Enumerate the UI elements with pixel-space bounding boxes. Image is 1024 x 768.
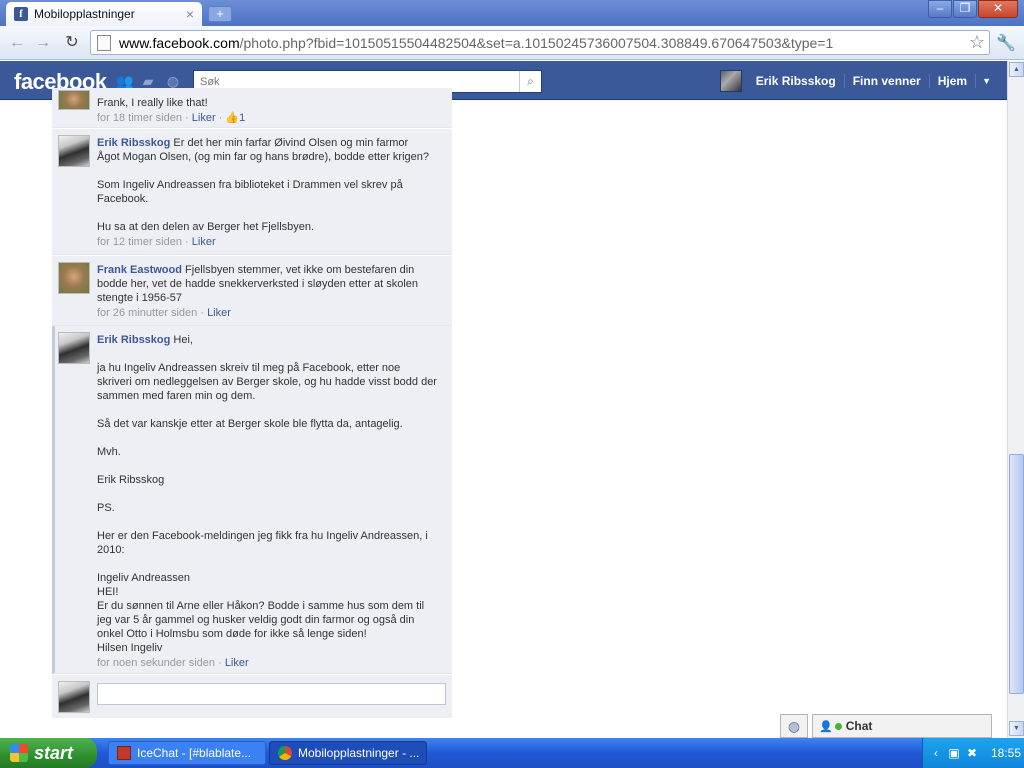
comment-composer: [52, 675, 452, 718]
account-menu-chevron-down-icon[interactable]: ▼: [976, 76, 997, 86]
find-friends-link[interactable]: Finn venner: [845, 73, 930, 88]
comment-text-first: Hei,: [173, 334, 193, 346]
page-icon: [97, 34, 111, 51]
taskbar-item-chrome[interactable]: Mobilopplastninger - ...: [269, 741, 427, 765]
comment-item: Frank Eastwood Fjellsbyen stemmer, vet i…: [52, 256, 452, 326]
network-icon[interactable]: ▣: [947, 746, 961, 760]
chat-person-icon: 👤: [819, 720, 833, 733]
chat-label: Chat: [845, 719, 873, 733]
tab-close-icon[interactable]: ×: [186, 6, 194, 22]
page-scrollbar[interactable]: ▲ ▼: [1007, 61, 1024, 738]
scroll-up-arrow-icon[interactable]: ▲: [1009, 62, 1024, 77]
comment-input[interactable]: [97, 683, 446, 705]
comment-item: Erik Ribsskog Er det her min farfar Øivi…: [52, 129, 452, 255]
comment-text: Frank, I really like that!: [97, 97, 208, 109]
comment-text-first: Er det her min farfar Øivind Olsen og mi…: [173, 137, 409, 149]
comment-meta: for 26 minutter siden · Liker: [97, 307, 231, 319]
system-tray: ‹ ▣ ✖ 18:55: [922, 738, 1024, 768]
new-tab-button[interactable]: +: [208, 6, 232, 22]
comment-text-first: Fjellsbyen stemmer, vet ikke om bestefar…: [185, 264, 415, 276]
friend-requests-icon[interactable]: 👥: [116, 73, 133, 89]
browser-tab[interactable]: f Mobilopplastninger ×: [6, 2, 202, 26]
reload-icon[interactable]: ↻: [61, 32, 83, 54]
comment-time[interactable]: for 12 timer siden: [97, 236, 182, 248]
chrome-icon: [278, 746, 292, 760]
windows-flag-icon: [10, 744, 28, 762]
url-path: /photo.php?fbid=10150515504482504&set=a.…: [239, 34, 834, 51]
comment-text-rest: ja hu Ingeliv Andreassen skreiv til meg …: [97, 362, 437, 654]
messages-icon[interactable]: ▰: [140, 73, 156, 89]
comment-text: Frank Eastwood Fjellsbyen stemmer, vet i…: [97, 263, 437, 305]
comment-time[interactable]: for 26 minutter siden: [97, 307, 197, 319]
comment-text: Erik Ribsskog Hei, ja hu Ingeliv Andreas…: [97, 333, 437, 655]
online-status-dot: [834, 722, 842, 730]
taskbar: start IceChat - [#blablate... Mobiloppla…: [0, 738, 1024, 768]
comment-text-rest: bodde her, vet de hadde snekkerverksted …: [97, 278, 422, 304]
url-host: www.facebook.com: [119, 34, 240, 51]
comment-meta: for 12 timer siden · Liker: [97, 236, 216, 248]
comment-list: Frank, I really like that! for 18 timer …: [52, 88, 452, 718]
clock: 18:55: [991, 746, 1022, 760]
commenter-avatar[interactable]: [58, 135, 90, 167]
taskbar-item-label: Mobilopplastninger - ...: [298, 746, 420, 760]
commenter-avatar[interactable]: [58, 90, 90, 110]
forward-arrow-icon[interactable]: →: [32, 32, 54, 54]
comment-time[interactable]: for noen sekunder siden: [97, 657, 215, 669]
address-bar[interactable]: www.facebook.com /photo.php?fbid=1015051…: [90, 30, 990, 55]
like-link[interactable]: Liker: [192, 112, 216, 124]
comment-text-rest: Ågot Mogan Olsen, (og min far og hans br…: [97, 151, 430, 233]
minimize-window-icon[interactable]: –: [928, 0, 952, 18]
restore-window-icon[interactable]: ❐: [953, 0, 977, 18]
search-icon[interactable]: ⌕: [519, 71, 541, 92]
comment-item: Erik Ribsskog Hei, ja hu Ingeliv Andreas…: [52, 326, 452, 674]
like-link[interactable]: Liker: [192, 236, 216, 248]
icechat-icon: [117, 746, 131, 760]
comment-author[interactable]: Erik Ribsskog: [97, 137, 170, 149]
comment-item: Frank, I really like that! for 18 timer …: [52, 88, 452, 128]
user-avatar[interactable]: [719, 69, 742, 92]
header-nav: Erik Ribsskog Finn venner Hjem ▼: [719, 61, 997, 100]
like-link[interactable]: Liker: [207, 307, 231, 319]
commenter-avatar[interactable]: [58, 332, 90, 364]
security-alert-icon[interactable]: ✖: [965, 746, 979, 760]
chat-globe-icon[interactable]: ◍: [780, 714, 808, 738]
notifications-globe-icon[interactable]: ◍: [165, 73, 181, 89]
start-button[interactable]: start: [0, 738, 97, 768]
comment-time[interactable]: for 18 timer siden: [97, 112, 182, 124]
commenter-avatar[interactable]: [58, 262, 90, 294]
browser-tab-strip: f Mobilopplastninger × + – ❐ ✕: [0, 0, 1024, 26]
back-arrow-icon[interactable]: ←: [6, 32, 28, 54]
comment-author[interactable]: Frank Eastwood: [97, 264, 182, 276]
comment-author[interactable]: Erik Ribsskog: [97, 334, 170, 346]
taskbar-item-label: IceChat - [#blablate...: [137, 746, 252, 760]
wrench-menu-icon[interactable]: 🔧: [996, 33, 1016, 53]
comment-meta: for 18 timer siden · Liker · 👍1: [97, 112, 246, 124]
home-link[interactable]: Hjem: [930, 73, 977, 88]
like-count-value: 1: [239, 112, 246, 124]
bookmark-star-icon[interactable]: ☆: [969, 32, 985, 53]
taskbar-item-icechat[interactable]: IceChat - [#blablate...: [108, 741, 266, 765]
start-label: start: [34, 742, 74, 763]
scrollbar-thumb[interactable]: [1009, 454, 1024, 694]
facebook-favicon-icon: f: [14, 7, 28, 21]
comment-meta: for noen sekunder siden · Liker: [97, 657, 249, 669]
chat-bar[interactable]: 👤 Chat: [812, 714, 992, 738]
close-window-icon[interactable]: ✕: [978, 0, 1018, 18]
scroll-down-arrow-icon[interactable]: ▼: [1009, 721, 1024, 736]
composer-avatar: [58, 681, 90, 713]
like-link[interactable]: Liker: [225, 657, 249, 669]
comment-text: Erik Ribsskog Er det her min farfar Øivi…: [97, 136, 437, 234]
tray-expand-chevron-icon[interactable]: ‹: [929, 746, 943, 760]
browser-toolbar: ← → ↻ www.facebook.com /photo.php?fbid=1…: [0, 26, 1024, 60]
tab-title: Mobilopplastninger: [34, 7, 135, 21]
like-count[interactable]: 👍1: [225, 112, 245, 124]
profile-link[interactable]: Erik Ribsskog: [748, 73, 845, 88]
